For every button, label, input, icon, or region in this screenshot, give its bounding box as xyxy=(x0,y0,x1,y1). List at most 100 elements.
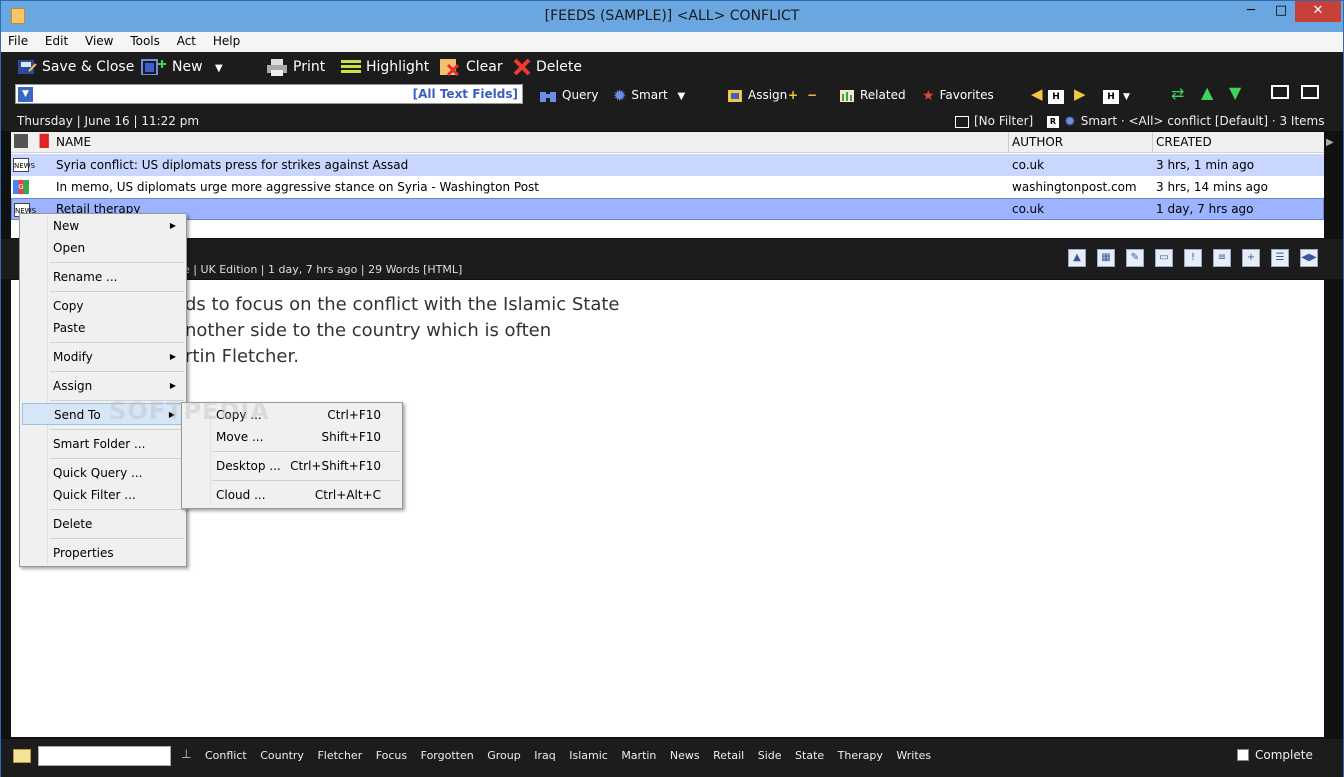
header-h2-icon[interactable]: H ▼ xyxy=(1103,85,1130,105)
tag-item[interactable]: Conflict xyxy=(205,749,247,762)
smart-button[interactable]: ✹ Smart ▼ xyxy=(613,85,685,105)
tag-item[interactable]: Forgotten xyxy=(421,749,474,762)
google-news-icon: G xyxy=(13,180,29,194)
table-row[interactable]: NEWS Syria conflict: US diplomats press … xyxy=(11,154,1324,176)
preview-alert-icon[interactable]: ! xyxy=(1184,249,1202,267)
preview-window-icon[interactable]: ▭ xyxy=(1155,249,1173,267)
chevron-down-icon[interactable]: ▼ xyxy=(215,63,223,74)
delete-button[interactable]: Delete xyxy=(513,57,582,77)
header-h-icon[interactable]: H xyxy=(1048,85,1064,105)
clear-button[interactable]: Clear xyxy=(439,57,503,77)
preview-expand-icon[interactable]: ◀▶ xyxy=(1300,249,1318,267)
minimize-button[interactable]: ─ xyxy=(1237,1,1265,22)
preview-top-icon[interactable]: ▲ xyxy=(1068,249,1086,267)
grid-view-icon[interactable] xyxy=(1271,85,1289,105)
column-name[interactable]: NAME xyxy=(56,135,91,149)
new-button[interactable]: New ▼ xyxy=(141,57,223,77)
menu-view[interactable]: View xyxy=(78,32,119,48)
menu-item-send-to[interactable]: Send To ▶ xyxy=(22,403,184,425)
tag-item[interactable]: News xyxy=(670,749,700,762)
menu-act[interactable]: Act xyxy=(170,32,202,48)
note-icon[interactable] xyxy=(13,749,31,763)
tag-item[interactable]: Retail xyxy=(713,749,744,762)
pin-icon[interactable]: ⊥ xyxy=(181,747,191,761)
tag-item[interactable]: Iraq xyxy=(534,749,556,762)
complete-checkbox[interactable]: Complete xyxy=(1237,748,1313,762)
menu-item-properties[interactable]: Properties xyxy=(22,542,184,564)
menu-file[interactable]: File xyxy=(1,32,34,48)
move-down-icon[interactable]: ▼ xyxy=(1229,83,1241,103)
move-up-icon[interactable]: ▲ xyxy=(1201,83,1213,103)
binoculars-icon xyxy=(540,91,556,102)
menu-item-delete[interactable]: Delete xyxy=(22,513,184,535)
chevron-down-icon[interactable]: ▼ xyxy=(678,91,686,102)
tag-item[interactable]: Focus xyxy=(376,749,407,762)
preview-list-icon[interactable]: ☰ xyxy=(1271,249,1289,267)
checkbox[interactable] xyxy=(1237,749,1249,761)
related-button[interactable]: Related xyxy=(839,85,906,105)
table-row-selected[interactable]: NEWS Retail therapy co.uk 1 day, 7 hrs a… xyxy=(11,198,1324,220)
assign-button[interactable]: Assign xyxy=(727,85,787,105)
preview-line: ds to focus on the conflict with the Isl… xyxy=(185,294,620,315)
menu-edit[interactable]: Edit xyxy=(38,32,74,48)
assign-remove-button[interactable]: − xyxy=(807,85,817,105)
assign-add-button[interactable]: + xyxy=(788,85,798,105)
prev-arrow-icon[interactable]: ◀ xyxy=(1031,84,1043,104)
preview-grid-icon[interactable]: ▦ xyxy=(1097,249,1115,267)
tag-item[interactable]: Islamic xyxy=(569,749,608,762)
menu-item-rename[interactable]: Rename ... xyxy=(22,266,184,288)
menu-item-assign[interactable]: Assign ▶ xyxy=(22,375,184,397)
flag-column-icon[interactable]: ▐▌ xyxy=(35,134,53,148)
column-divider[interactable] xyxy=(1008,132,1009,153)
query-button[interactable]: Query xyxy=(539,85,598,105)
menu-tools[interactable]: Tools xyxy=(123,32,166,48)
tag-item[interactable]: Therapy xyxy=(838,749,883,762)
table-row[interactable]: G In memo, US diplomats urge more aggres… xyxy=(11,176,1324,198)
app-window: [FEEDS (SAMPLE)] <ALL> CONFLICT ─ □ ✕ Fi… xyxy=(0,0,1344,777)
menu-item-open[interactable]: Open xyxy=(22,237,184,259)
search-input[interactable]: ▼ [All Text Fields] xyxy=(15,84,523,104)
tag-item[interactable]: Side xyxy=(758,749,782,762)
column-divider[interactable] xyxy=(1152,132,1153,153)
type-column-icon[interactable] xyxy=(14,134,28,151)
preview-format-icon[interactable]: ≡ xyxy=(1213,249,1231,267)
tag-input[interactable] xyxy=(38,746,171,766)
tag-item[interactable]: Martin xyxy=(621,749,656,762)
column-author[interactable]: AUTHOR xyxy=(1012,135,1063,149)
next-arrow-icon[interactable]: ▶ xyxy=(1074,84,1086,104)
tag-item[interactable]: Country xyxy=(260,749,304,762)
filter-icon[interactable]: ▼ xyxy=(18,87,33,102)
refresh-icon[interactable]: ⇄ xyxy=(1171,84,1184,104)
menu-help[interactable]: Help xyxy=(206,32,246,48)
submenu-item-desktop[interactable]: Desktop ... Ctrl+Shift+F10 xyxy=(184,455,400,477)
menu-item-smart-folder[interactable]: Smart Folder ... xyxy=(22,433,184,455)
print-button[interactable]: Print xyxy=(266,57,325,77)
smart-status[interactable]: R ✹ Smart · <All> conflict [Default] · 3 I… xyxy=(1047,111,1325,131)
submenu-item-cloud[interactable]: Cloud ... Ctrl+Alt+C xyxy=(184,484,400,506)
tag-item[interactable]: Fletcher xyxy=(317,749,362,762)
favorites-button[interactable]: ★ Favorites xyxy=(922,85,994,105)
tag-item[interactable]: Group xyxy=(487,749,521,762)
highlight-button[interactable]: Highlight xyxy=(341,57,429,77)
menu-item-quick-query[interactable]: Quick Query ... xyxy=(22,462,184,484)
submenu-item-copy[interactable]: Copy ... Ctrl+F10 xyxy=(184,404,400,426)
preview-add-icon[interactable]: + xyxy=(1242,249,1260,267)
filter-status[interactable]: [No Filter] xyxy=(955,111,1033,131)
tag-item[interactable]: State xyxy=(795,749,824,762)
tag-item[interactable]: Writes xyxy=(896,749,931,762)
maximize-button[interactable]: □ xyxy=(1267,1,1295,22)
menu-item-quick-filter[interactable]: Quick Filter ... xyxy=(22,484,184,506)
collapse-arrow-icon[interactable]: ▶ xyxy=(1326,137,1334,148)
all-text-fields-link[interactable]: [All Text Fields] xyxy=(413,87,518,101)
column-created[interactable]: CREATED xyxy=(1156,135,1212,149)
menu-item-new[interactable]: New ▶ xyxy=(22,215,184,237)
save-close-button[interactable]: Save & Close xyxy=(17,57,134,77)
menu-item-modify[interactable]: Modify ▶ xyxy=(22,346,184,368)
submenu-item-move[interactable]: Move ... Shift+F10 xyxy=(184,426,400,448)
preview-edit-icon[interactable]: ✎ xyxy=(1126,249,1144,267)
menu-separator xyxy=(50,429,184,430)
menu-item-copy[interactable]: Copy xyxy=(22,295,184,317)
close-button[interactable]: ✕ xyxy=(1295,1,1341,22)
menu-item-paste[interactable]: Paste xyxy=(22,317,184,339)
fullscreen-icon[interactable] xyxy=(1301,85,1319,105)
